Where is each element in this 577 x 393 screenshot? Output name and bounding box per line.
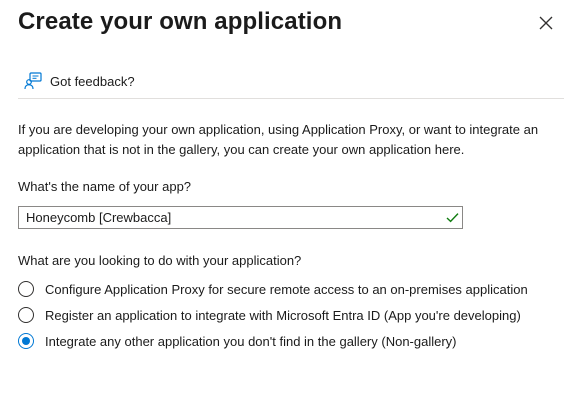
got-feedback-link[interactable]: Got feedback? [24,70,135,92]
radio-label[interactable]: Configure Application Proxy for secure r… [45,282,528,297]
radio-button[interactable] [18,307,34,323]
dialog-title: Create your own application [18,8,343,35]
close-icon[interactable] [535,12,557,34]
app-name-label: What's the name of your app? [18,179,192,194]
radio-option-non-gallery[interactable]: Integrate any other application you don'… [18,331,457,351]
close-button[interactable] [535,12,557,34]
checkmark-icon [446,213,459,223]
app-name-field[interactable] [18,206,463,229]
radio-option-application-proxy[interactable]: Configure Application Proxy for secure r… [18,279,528,299]
radio-label[interactable]: Integrate any other application you don'… [45,334,457,349]
feedback-label[interactable]: Got feedback? [50,74,135,89]
purpose-question: What are you looking to do with your app… [18,253,302,268]
app-name-input[interactable] [19,207,439,228]
intro-text: If you are developing your own applicati… [18,122,539,157]
radio-option-register-app[interactable]: Register an application to integrate wit… [18,305,521,325]
radio-button-selected[interactable] [18,333,34,349]
header-divider [18,98,564,99]
create-application-panel: Create your own application Got feedback… [0,0,577,393]
feedback-icon [24,72,42,90]
radio-button[interactable] [18,281,34,297]
radio-label[interactable]: Register an application to integrate wit… [45,308,521,323]
